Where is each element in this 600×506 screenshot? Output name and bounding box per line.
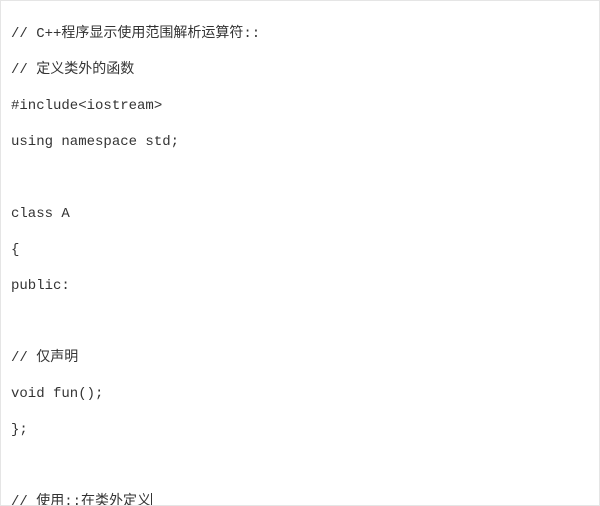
code-line: };	[11, 421, 589, 439]
code-line	[11, 313, 589, 331]
text-cursor	[151, 493, 152, 506]
code-line: using namespace std;	[11, 133, 589, 151]
code-text: // 使用::在类外定义	[11, 494, 151, 506]
code-line: // 使用::在类外定义	[11, 493, 589, 506]
code-line: {	[11, 241, 589, 259]
code-line	[11, 169, 589, 187]
code-line	[11, 457, 589, 475]
code-line: class A	[11, 205, 589, 223]
code-line: // 仅声明	[11, 349, 589, 367]
code-line: // C++程序显示使用范围解析运算符::	[11, 25, 589, 43]
code-line: // 定义类外的函数	[11, 61, 589, 79]
code-line: void fun();	[11, 385, 589, 403]
code-line: public:	[11, 277, 589, 295]
code-line: #include<iostream>	[11, 97, 589, 115]
code-editor[interactable]: // C++程序显示使用范围解析运算符:: // 定义类外的函数 #includ…	[0, 0, 600, 506]
